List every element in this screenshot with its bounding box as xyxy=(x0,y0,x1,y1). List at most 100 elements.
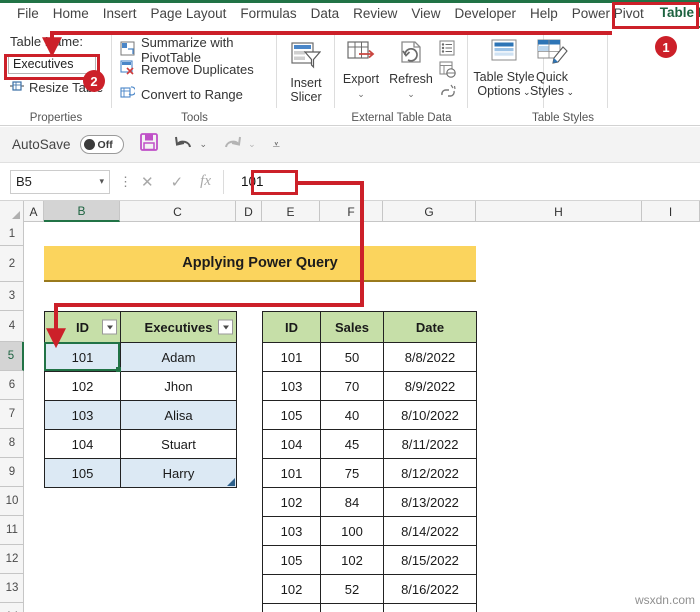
table-cell[interactable]: 101 xyxy=(262,342,321,372)
table-name-input[interactable]: Executives xyxy=(8,54,96,74)
table-row[interactable]: 102 Jhon xyxy=(44,371,237,401)
table-resize-handle[interactable] xyxy=(227,478,235,486)
table-row[interactable]: 103 100 8/14/2022 xyxy=(262,516,477,546)
table-row[interactable]: 101 50 8/8/2022 xyxy=(262,342,477,372)
table-cell[interactable]: 102 xyxy=(44,371,121,401)
table-cell[interactable]: Stuart xyxy=(120,429,237,459)
table-cell[interactable]: 52 xyxy=(320,574,384,604)
table-cell[interactable]: 8/8/2022 xyxy=(383,342,477,372)
table-row[interactable]: 102 52 8/16/2022 xyxy=(262,574,477,604)
ribbon-tab-review[interactable]: Review xyxy=(346,1,404,27)
table-cell[interactable]: 105 xyxy=(262,545,321,575)
table-cell[interactable]: 101 xyxy=(262,458,321,488)
row-header-2[interactable]: 2 xyxy=(0,246,24,282)
table-cell[interactable]: 102 xyxy=(320,545,384,575)
redo-chevron-down-icon[interactable]: ⌄ xyxy=(248,139,256,150)
row-header-12[interactable]: 12 xyxy=(0,545,24,574)
column-header-h[interactable]: H xyxy=(476,201,642,222)
sales-table[interactable]: ID Sales Date 101 50 8/8/2022 103 70 8/9/2022 10… xyxy=(262,311,477,612)
table-cell[interactable]: 8/10/2022 xyxy=(383,400,477,430)
table-cell[interactable]: 104 xyxy=(262,603,321,612)
filter-dropdown-icon[interactable] xyxy=(102,319,117,335)
row-header-7[interactable]: 7 xyxy=(0,400,24,429)
refresh-button[interactable]: Refresh ⌄ xyxy=(385,40,437,101)
export-button[interactable]: Export ⌄ xyxy=(337,40,385,101)
table-cell[interactable]: 8/11/2022 xyxy=(383,429,477,459)
column-header-e[interactable]: E xyxy=(262,201,320,222)
autosave-toggle[interactable]: Off xyxy=(79,135,124,154)
row-header-11[interactable]: 11 xyxy=(0,516,24,545)
table-cell[interactable]: 104 xyxy=(44,429,121,459)
table-cell[interactable]: 35 xyxy=(320,603,384,612)
table-cell[interactable]: 8/13/2022 xyxy=(383,487,477,517)
undo-chevron-down-icon[interactable]: ⌄ xyxy=(200,139,208,150)
open-in-browser-icon[interactable] xyxy=(439,61,456,83)
row-header-4[interactable]: 4 xyxy=(0,311,24,342)
insert-slicer-button[interactable]: Insert Slicer xyxy=(277,42,335,104)
ribbon-tab-file[interactable]: File xyxy=(10,1,46,27)
table-cell[interactable]: 103 xyxy=(262,371,321,401)
table-cell[interactable]: 45 xyxy=(320,429,384,459)
row-header-1[interactable]: 1 xyxy=(0,222,24,246)
executives-table[interactable]: ID Executives 101 Adam 102 Jhon 103 Alisa 104 St… xyxy=(44,311,237,488)
table-cell[interactable]: 8/15/2022 xyxy=(383,545,477,575)
table-cell[interactable]: 40 xyxy=(320,400,384,430)
row-header-5[interactable]: 5 xyxy=(0,342,24,371)
table-row[interactable]: 105 40 8/10/2022 xyxy=(262,400,477,430)
ribbon-tab-table-design[interactable]: Table Design xyxy=(652,0,700,28)
column-header-b[interactable]: B xyxy=(44,201,120,222)
table-cell[interactable]: 8/9/2022 xyxy=(383,371,477,401)
column-header-i[interactable]: I xyxy=(642,201,700,222)
save-icon[interactable] xyxy=(139,132,159,157)
remove-duplicates-button[interactable]: Remove Duplicates xyxy=(120,60,254,78)
table-cell[interactable]: 105 xyxy=(262,400,321,430)
properties-small-icon[interactable] xyxy=(439,40,455,61)
table-cell[interactable]: 101 xyxy=(44,342,121,372)
row-header-8[interactable]: 8 xyxy=(0,429,24,458)
table-row[interactable]: 105 102 8/15/2022 xyxy=(262,545,477,575)
table-cell[interactable]: 8/14/2022 xyxy=(383,516,477,546)
cancel-icon[interactable]: ✕ xyxy=(141,173,154,191)
table-cell[interactable]: 103 xyxy=(262,516,321,546)
table-cell[interactable]: 50 xyxy=(320,342,384,372)
table-cell[interactable]: 102 xyxy=(262,487,321,517)
convert-to-range-button[interactable]: Convert to Range xyxy=(120,85,243,103)
table-row[interactable]: 101 75 8/12/2022 xyxy=(262,458,477,488)
export-chevron-icon[interactable]: ⌄ xyxy=(337,87,385,101)
table-row[interactable]: 104358/17/2022 xyxy=(262,603,477,612)
table-cell[interactable]: 105 xyxy=(44,458,121,488)
row-header-14[interactable]: 14 xyxy=(0,603,24,612)
column-header-g[interactable]: G xyxy=(383,201,476,222)
table-row[interactable]: 104 Stuart xyxy=(44,429,237,459)
column-header-f[interactable]: F xyxy=(320,201,383,222)
table-cell[interactable]: Harry xyxy=(120,458,237,488)
table-cell[interactable]: 102 xyxy=(262,574,321,604)
table-cell[interactable]: 103 xyxy=(44,400,121,430)
table-row[interactable]: 101 Adam xyxy=(44,342,237,372)
confirm-icon[interactable]: ✓ xyxy=(171,173,184,191)
column-header-cell-id[interactable]: ID xyxy=(262,311,321,343)
table-row[interactable]: 103 70 8/9/2022 xyxy=(262,371,477,401)
row-header-9[interactable]: 9 xyxy=(0,458,24,487)
column-header-cell-id[interactable]: ID xyxy=(44,311,121,343)
table-cell[interactable]: 100 xyxy=(320,516,384,546)
refresh-chevron-icon[interactable]: ⌄ xyxy=(385,87,437,101)
quick-styles-chevron-icon[interactable]: ⌄ xyxy=(564,87,575,97)
ribbon-tab-view[interactable]: View xyxy=(404,1,447,27)
ribbon-tab-formulas[interactable]: Formulas xyxy=(233,1,303,27)
row-header-3[interactable]: 3 xyxy=(0,282,24,311)
ribbon-tab-home[interactable]: Home xyxy=(46,1,96,27)
table-cell[interactable]: Adam xyxy=(120,342,237,372)
column-header-c[interactable]: C xyxy=(120,201,236,222)
unlink-icon[interactable] xyxy=(439,83,457,105)
select-all-corner[interactable] xyxy=(0,201,24,222)
name-box[interactable]: B5 ▾ xyxy=(10,169,110,194)
table-row[interactable]: 103 Alisa xyxy=(44,400,237,430)
ribbon-tab-power-pivot[interactable]: Power Pivot xyxy=(565,1,651,27)
ribbon-tab-developer[interactable]: Developer xyxy=(447,1,523,27)
ribbon-tab-help[interactable]: Help xyxy=(523,1,565,27)
column-header-cell-sales[interactable]: Sales xyxy=(320,311,384,343)
ribbon-tab-page-layout[interactable]: Page Layout xyxy=(144,1,234,27)
column-header-cell-date[interactable]: Date xyxy=(383,311,477,343)
column-header-d[interactable]: D xyxy=(236,201,262,222)
